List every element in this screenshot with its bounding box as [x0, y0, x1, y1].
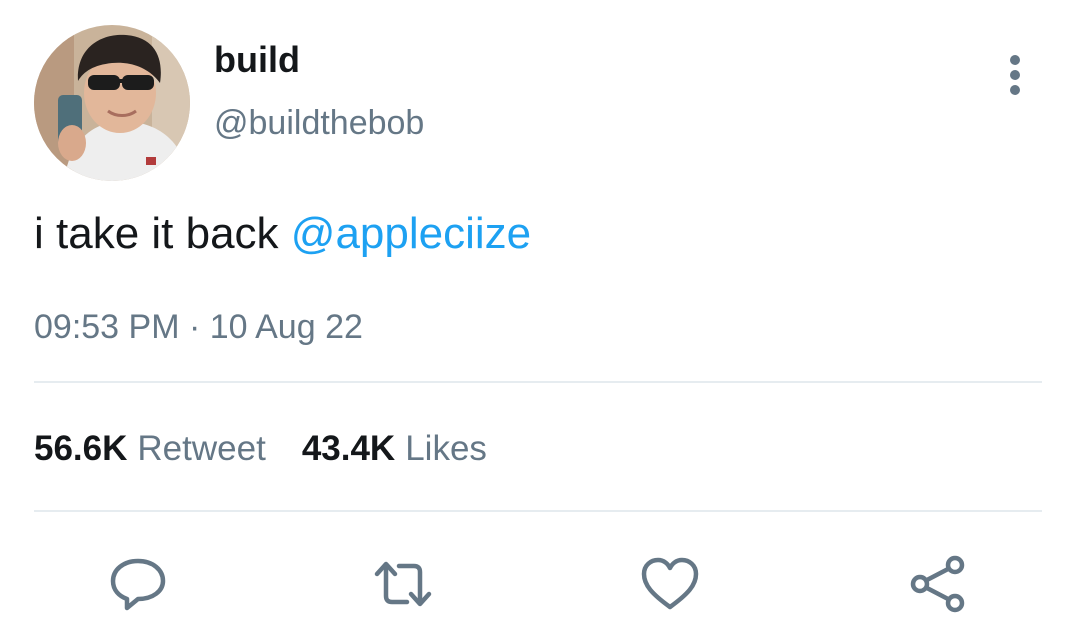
- likes-label: Likes: [405, 429, 487, 468]
- tweet-stats: 56.6K Retweet 43.4K Likes: [34, 428, 523, 470]
- share-button[interactable]: [905, 552, 969, 616]
- retweet-stat[interactable]: 56.6K Retweet: [34, 428, 266, 470]
- heart-icon: [641, 557, 699, 610]
- avatar-image: [34, 25, 190, 181]
- tweet-body: i take it back: [34, 209, 291, 258]
- retweet-button[interactable]: [371, 552, 435, 616]
- retweet-icon: [374, 561, 432, 607]
- divider: [34, 381, 1042, 383]
- reply-icon: [110, 558, 166, 611]
- more-vertical-icon: [1010, 55, 1020, 95]
- more-options-button[interactable]: [996, 52, 1036, 98]
- likes-stat[interactable]: 43.4K Likes: [302, 428, 487, 470]
- tweet-timestamp[interactable]: 09:53 PM · 10 Aug 22: [34, 306, 363, 348]
- tweet-text: i take it back @appleciize: [34, 208, 531, 260]
- retweet-count: 56.6K: [34, 429, 128, 468]
- retweet-label: Retweet: [137, 429, 266, 468]
- mention-link[interactable]: @appleciize: [291, 209, 531, 258]
- reply-button[interactable]: [106, 552, 170, 616]
- likes-count: 43.4K: [301, 429, 396, 468]
- share-icon: [910, 555, 965, 613]
- avatar[interactable]: [34, 25, 190, 181]
- user-handle[interactable]: @buildthebob: [214, 102, 424, 144]
- like-button[interactable]: [638, 552, 702, 616]
- display-name[interactable]: build: [214, 38, 300, 82]
- divider: [34, 510, 1042, 512]
